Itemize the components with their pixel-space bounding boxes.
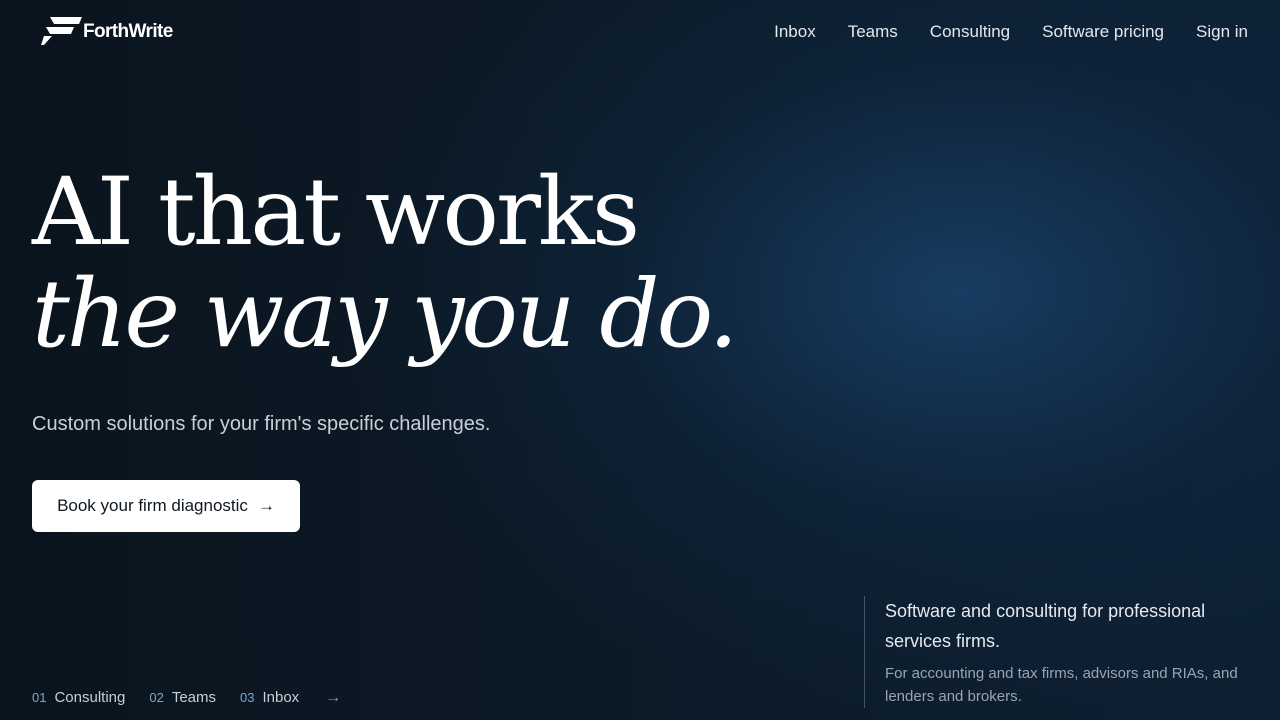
forthwrite-logo-icon <box>41 17 82 45</box>
nav-consulting[interactable]: Consulting <box>930 21 1010 43</box>
brand-name: ForthWrite <box>83 21 173 42</box>
step-number: 03 <box>240 690 255 705</box>
nav-inbox[interactable]: Inbox <box>774 21 816 43</box>
hero-title-line1: AI that works <box>32 158 640 267</box>
step-teams[interactable]: 02 Teams <box>149 688 216 708</box>
step-inbox[interactable]: 03 Inbox <box>240 688 299 708</box>
book-diagnostic-button[interactable]: Book your firm diagnostic → <box>32 480 300 532</box>
step-label: Inbox <box>262 689 300 706</box>
services-panel-text: For accounting and tax firms, advisors a… <box>885 665 1238 705</box>
services-panel: Software and consulting for professional… <box>864 596 1245 708</box>
step-label: Teams <box>171 689 217 706</box>
step-label: Consulting <box>54 689 126 706</box>
main-nav: Inbox Teams Consulting Software pricing … <box>774 21 1248 43</box>
site-header: ForthWrite Inbox Teams Consulting Softwa… <box>0 0 1280 64</box>
section-steps: 01 Consulting 02 Teams 03 Inbox → <box>32 688 341 708</box>
nav-teams[interactable]: Teams <box>848 21 898 43</box>
brand-logo[interactable]: ForthWrite <box>40 16 173 46</box>
services-panel-title: Software and consulting for professional… <box>885 601 1206 651</box>
nav-sign-in[interactable]: Sign in <box>1196 21 1248 43</box>
nav-software-pricing[interactable]: Software pricing <box>1042 21 1164 43</box>
arrow-right-icon: → <box>257 496 275 515</box>
step-number: 02 <box>149 690 164 705</box>
arrow-right-icon[interactable]: → <box>325 688 341 708</box>
hero-subtitle: Custom solutions for your firm's specifi… <box>32 413 491 435</box>
hero-title: AI that works the way you do. <box>32 158 738 369</box>
book-diagnostic-label: Book your firm diagnostic <box>57 496 248 515</box>
step-number: 01 <box>32 690 47 705</box>
hero-title-line2: the way you do. <box>32 260 738 369</box>
step-consulting[interactable]: 01 Consulting <box>32 688 125 708</box>
